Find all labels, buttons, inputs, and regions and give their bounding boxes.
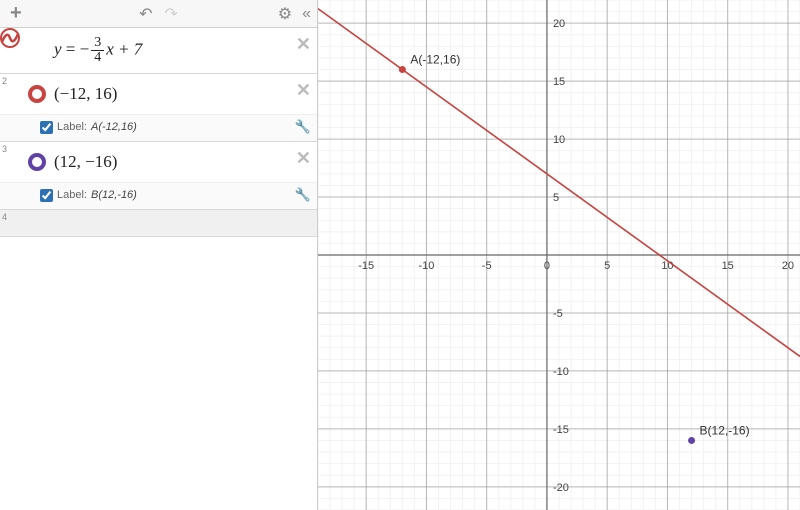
x-tick-label: -10: [418, 260, 434, 272]
label-value[interactable]: B(12,-16): [91, 189, 137, 201]
graph-viewport[interactable]: -15 -10 -5 0 5 10 15 20 -20 -15 -10 -5 5 10 15 20 A(-12,…: [318, 0, 800, 510]
expression-row[interactable]: 2 (−12, 16) ✕ Label: A(-12,16) 🔧: [0, 74, 317, 142]
gear-icon[interactable]: ⚙: [278, 4, 292, 24]
x-tick-label: 15: [722, 260, 734, 272]
row-index: 3: [2, 144, 7, 154]
point-toggle-icon[interactable]: [26, 85, 48, 103]
y-tick-label: -10: [553, 366, 569, 378]
plot-point: [688, 437, 695, 444]
y-tick-label: -5: [553, 308, 563, 320]
undo-icon[interactable]: ↶: [139, 4, 152, 24]
y-tick-label: -20: [553, 482, 569, 494]
y-tick-label: 5: [553, 192, 559, 204]
y-tick-label: -15: [553, 424, 569, 436]
delete-row-icon[interactable]: ✕: [296, 148, 311, 169]
expression-row[interactable]: 1 y = −34x + 7 ✕: [0, 28, 317, 74]
x-tick-label: 0: [544, 260, 550, 272]
row-index: 4: [2, 212, 7, 222]
y-tick-label: 15: [553, 76, 565, 88]
add-expression-button[interactable]: +: [6, 2, 26, 25]
expression-list: 1 y = −34x + 7 ✕ 2 (−12, 16) ✕: [0, 28, 317, 510]
point-label: B(12,-16): [700, 423, 750, 437]
graph-svg: -15 -10 -5 0 5 10 15 20 -20 -15 -10 -5 5 10 15 20 A(-12,…: [318, 0, 800, 510]
x-tick-label: 10: [661, 260, 673, 272]
row-index: 2: [2, 76, 7, 86]
label-subrow: Label: B(12,-16) 🔧: [0, 182, 317, 209]
wrench-icon[interactable]: 🔧: [295, 119, 311, 135]
expression-panel: + ↶ ↷ ⚙ « 1 y = −34x + 7: [0, 0, 318, 510]
label-key: Label:: [57, 121, 87, 133]
point-label: A(-12,16): [410, 53, 460, 67]
x-tick-label: 5: [604, 260, 610, 272]
app-root: + ↶ ↷ ⚙ « 1 y = −34x + 7: [0, 0, 800, 510]
delete-row-icon[interactable]: ✕: [296, 80, 311, 101]
wrench-icon[interactable]: 🔧: [295, 187, 311, 203]
panel-toolbar: + ↶ ↷ ⚙ «: [0, 0, 317, 28]
plot-point: [399, 66, 406, 73]
label-checkbox[interactable]: [40, 189, 53, 202]
y-tick-label: 20: [553, 18, 565, 30]
expression-math[interactable]: y = −34x + 7: [54, 36, 142, 65]
collapse-panel-icon[interactable]: «: [302, 5, 311, 23]
expression-math[interactable]: (−12, 16): [54, 84, 117, 104]
label-key: Label:: [57, 189, 87, 201]
delete-row-icon[interactable]: ✕: [296, 34, 311, 55]
y-tick-label: 10: [553, 134, 565, 146]
expression-math[interactable]: (12, −16): [54, 152, 117, 172]
undo-redo-group: ↶ ↷: [139, 4, 178, 24]
point-toggle-icon[interactable]: [26, 153, 48, 171]
expression-row-empty[interactable]: 4: [0, 210, 317, 237]
x-tick-label: 20: [782, 260, 794, 272]
x-tick-label: -5: [482, 260, 492, 272]
redo-icon[interactable]: ↷: [165, 4, 178, 24]
x-tick-label: -15: [358, 260, 374, 272]
label-subrow: Label: A(-12,16) 🔧: [0, 114, 317, 141]
label-value[interactable]: A(-12,16): [91, 121, 137, 133]
label-checkbox[interactable]: [40, 121, 53, 134]
expression-row[interactable]: 3 (12, −16) ✕ Label: B(12,-16) 🔧: [0, 142, 317, 210]
